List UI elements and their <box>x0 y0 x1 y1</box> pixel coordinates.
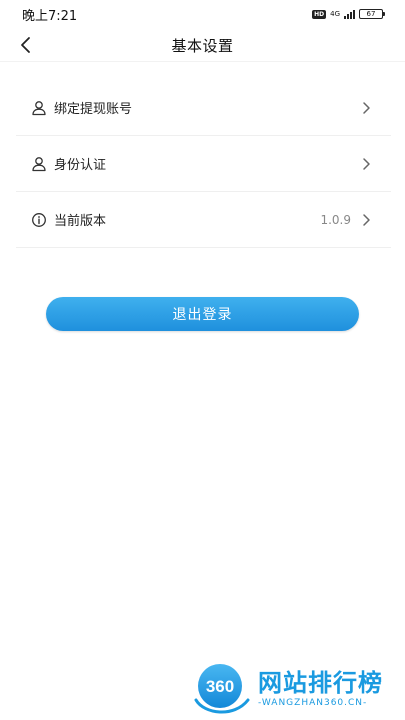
settings-list: 绑定提现账号 身份认证 当前版本 1.0.9 <box>16 80 391 248</box>
chevron-right-icon <box>359 101 373 115</box>
battery-icon: 67 <box>359 9 385 19</box>
status-indicators: HD 4G 67 <box>312 9 385 19</box>
user-icon <box>30 99 48 117</box>
screen: 晚上7:21 HD 4G 67 基本设置 绑定提现账号 身份认证 当前版本 1.… <box>0 0 405 720</box>
header-divider <box>0 61 405 62</box>
back-button[interactable] <box>12 30 40 60</box>
svg-text:360: 360 <box>206 677 234 696</box>
chevron-right-icon <box>359 213 373 227</box>
status-time: 晚上7:21 <box>22 8 78 24</box>
settings-item-label: 当前版本 <box>54 214 107 229</box>
hd-badge: HD <box>312 9 327 19</box>
chevron-right-icon <box>359 157 373 171</box>
settings-item-bind-account[interactable]: 绑定提现账号 <box>16 80 391 136</box>
version-value: 1.0.9 <box>320 212 351 227</box>
page-title: 基本设置 <box>171 36 234 55</box>
nav-bar: 基本设置 <box>0 28 405 62</box>
status-bar: 晚上7:21 HD 4G 67 <box>0 0 405 28</box>
settings-item-identity[interactable]: 身份认证 <box>16 136 391 192</box>
battery-level: 67 <box>366 10 376 18</box>
watermark-subtitle: -WANGZHAN360.CN- <box>258 698 368 708</box>
watermark: 360 网站排行榜 -WANGZHAN360.CN- <box>190 658 405 720</box>
signal-icon <box>344 9 355 19</box>
info-icon <box>30 211 48 229</box>
logout-button[interactable]: 退出登录 <box>46 297 359 331</box>
chevron-left-icon <box>21 37 30 53</box>
watermark-logo: 360 <box>190 660 252 718</box>
watermark-title: 网站排行榜 <box>258 669 383 697</box>
user-icon <box>30 155 48 173</box>
network-type: 4G <box>330 9 340 18</box>
settings-item-label: 绑定提现账号 <box>54 102 133 117</box>
watermark-text: 网站排行榜 -WANGZHAN360.CN- <box>258 669 383 709</box>
settings-item-version[interactable]: 当前版本 1.0.9 <box>16 192 391 248</box>
settings-item-label: 身份认证 <box>54 158 107 173</box>
